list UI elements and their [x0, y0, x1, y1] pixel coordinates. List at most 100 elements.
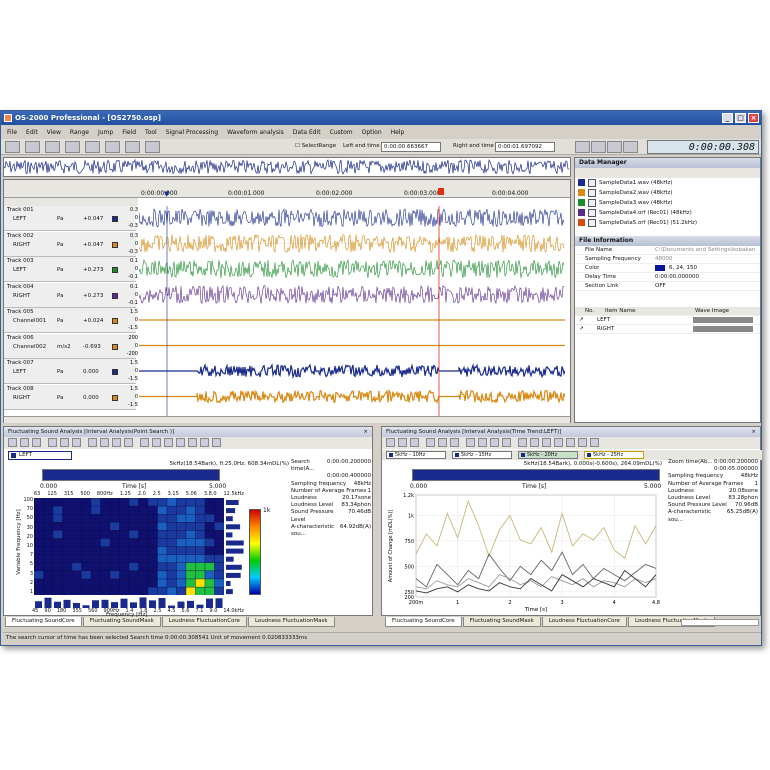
file-item[interactable]: SampleData4.orf (Rec01) (48kHz)	[575, 208, 760, 218]
track-scrollbar[interactable]	[4, 416, 570, 423]
grid-tool-button[interactable]	[85, 141, 100, 153]
menu-view[interactable]: View	[47, 127, 61, 138]
mini-waveform[interactable]	[412, 469, 660, 481]
panel-tool-button[interactable]	[398, 438, 407, 447]
paste-tool-button[interactable]	[145, 141, 160, 153]
panel-close-icon[interactable]: ×	[363, 427, 368, 437]
panel-tool-button[interactable]	[48, 438, 57, 447]
waveform-area[interactable]	[139, 206, 565, 416]
maximize-button[interactable]: □	[735, 113, 746, 123]
property-row[interactable]: Color 6, 24, 150	[575, 264, 760, 273]
panel-tool-button[interactable]	[8, 438, 17, 447]
menu-range[interactable]: Range	[70, 127, 89, 138]
property-row[interactable]: Delay Time 0:00:00.000000	[575, 273, 760, 282]
panel-tool-button[interactable]	[490, 438, 499, 447]
panel-tool-button[interactable]	[124, 438, 133, 447]
cursor-tool-button[interactable]	[5, 141, 20, 153]
property-row[interactable]: Section Link OFF	[575, 282, 760, 291]
panel-tool-button[interactable]	[164, 438, 173, 447]
panel-tool-button[interactable]	[578, 438, 587, 447]
panel-tool-button[interactable]	[152, 438, 161, 447]
zoom-tool-button[interactable]	[45, 141, 60, 153]
file-item[interactable]: SampleData5.orf (Rec01) (51.2kHz)	[575, 218, 760, 228]
minimize-button[interactable]: _	[722, 113, 733, 123]
track-header[interactable]: Track 007 LEFT Pa 0.000	[4, 359, 136, 384]
panel-tool-button[interactable]	[426, 438, 435, 447]
tab-fluctuating-soundmask[interactable]: Fluctuating SoundMask	[462, 617, 541, 627]
track-header[interactable]: Track 005 Channel001 Pa +0.024	[4, 308, 136, 333]
panel-tool-button[interactable]	[590, 438, 599, 447]
menu-signal-processing[interactable]: Signal Processing	[166, 127, 218, 138]
panel-tool-button[interactable]	[32, 438, 41, 447]
item-row[interactable]: ↗ RIGHT	[575, 325, 760, 334]
menu-waveform-analysis[interactable]: Waveform analysis	[227, 127, 284, 138]
panel-close-icon[interactable]: ×	[751, 427, 756, 437]
panel-tool-button[interactable]	[60, 438, 69, 447]
left-end-field[interactable]: 0:00:00.663667	[381, 142, 441, 152]
track-header[interactable]: Track 003 LEFT Pa +0.273	[4, 257, 136, 282]
property-row[interactable]: File Name C:\Documents and Settings\kobak…	[575, 246, 760, 255]
tab-loudness-fluctuationmask[interactable]: Loudness FluctuationMask	[247, 617, 335, 627]
panel-tool-button[interactable]	[386, 438, 395, 447]
menu-data-edit[interactable]: Data Edit	[293, 127, 321, 138]
frequency-heatmap[interactable]	[34, 498, 224, 595]
menu-help[interactable]: Help	[391, 127, 405, 138]
track-header[interactable]: Track 002 RIGHT Pa +0.047	[4, 231, 136, 257]
panel-tool-button[interactable]	[188, 438, 197, 447]
panel-tool-button[interactable]	[478, 438, 487, 447]
track-header[interactable]: Track 001 LEFT Pa +0.047	[4, 206, 136, 231]
copy-tool-button[interactable]	[125, 141, 140, 153]
panel-tool-button[interactable]	[72, 438, 81, 447]
file-item[interactable]: SampleData2.wav (48kHz)	[575, 188, 760, 198]
close-button[interactable]: ×	[748, 113, 759, 123]
jump-start-button[interactable]	[575, 141, 590, 153]
time-trend-chart[interactable]: 1.2k1k750500250200200m 1 2 3 4 4.8Time [s]Amo…	[386, 491, 666, 615]
panel-tool-button[interactable]	[140, 438, 149, 447]
panel-tool-button[interactable]	[438, 438, 447, 447]
panel-tool-button[interactable]	[20, 438, 29, 447]
end-marker-icon[interactable]	[438, 188, 444, 195]
panel-tool-button[interactable]	[112, 438, 121, 447]
mini-waveform[interactable]	[42, 469, 220, 481]
cursor-marker-icon[interactable]: ▼	[164, 190, 169, 198]
stop-button[interactable]	[623, 141, 638, 153]
menu-edit[interactable]: Edit	[26, 127, 38, 138]
select-range-checkbox[interactable]: ☐ SelectRange	[295, 143, 336, 149]
tab-fluctuating-soundmask[interactable]: Fluctuating SoundMask	[82, 617, 161, 627]
range-tool-button[interactable]	[25, 141, 40, 153]
tab-loudness-fluctuationcore[interactable]: Loudness FluctuationCore	[161, 617, 247, 627]
property-row[interactable]: Sampling Frequency 48000	[575, 255, 760, 264]
panel-tool-button[interactable]	[200, 438, 209, 447]
segment-tab[interactable]: 5kHz - 20Hz	[518, 451, 578, 459]
panel-tool-button[interactable]	[502, 438, 511, 447]
file-item[interactable]: SampleData1.wav (48kHz)	[575, 178, 760, 188]
menu-field[interactable]: Field	[122, 127, 136, 138]
tab-fluctuating-soundcore[interactable]: Fluctuating SoundCore	[5, 617, 82, 627]
right-end-field[interactable]: 0:00:01.697092	[495, 142, 555, 152]
overview-waveform[interactable]	[3, 157, 571, 177]
track-header[interactable]: Track 004 RIGHT Pa +0.273	[4, 282, 136, 308]
panel-tool-button[interactable]	[566, 438, 575, 447]
menu-jump[interactable]: Jump	[98, 127, 113, 138]
menu-file[interactable]: File	[7, 127, 17, 138]
panel-tool-button[interactable]	[518, 438, 527, 447]
menu-option[interactable]: Option	[362, 127, 382, 138]
panel-tool-button[interactable]	[554, 438, 563, 447]
panel-tool-button[interactable]	[466, 438, 475, 447]
segment-tab[interactable]: 5kHz - 25Hz	[584, 451, 644, 459]
tab-fluctuating-soundcore[interactable]: Fluctuating SoundCore	[385, 617, 462, 627]
panel-tool-button[interactable]	[88, 438, 97, 447]
channel-selector[interactable]: LEFT	[8, 451, 72, 460]
panel-tool-button[interactable]	[100, 438, 109, 447]
tab-loudness-fluctuationcore[interactable]: Loudness FluctuationCore	[541, 617, 627, 627]
file-item[interactable]: SampleData3.wav (48kHz)	[575, 198, 760, 208]
marker-tool-button[interactable]	[65, 141, 80, 153]
panel-tool-button[interactable]	[450, 438, 459, 447]
search-tool-button[interactable]	[105, 141, 120, 153]
menu-tool[interactable]: Tool	[145, 127, 157, 138]
menu-custom[interactable]: Custom	[330, 127, 353, 138]
track-header[interactable]: Track 008 RIGHT Pa 0.000	[4, 384, 136, 410]
play-button[interactable]	[607, 141, 622, 153]
panel-tool-button[interactable]	[542, 438, 551, 447]
segment-tab[interactable]: 5kHz - 10Hz	[386, 451, 446, 459]
